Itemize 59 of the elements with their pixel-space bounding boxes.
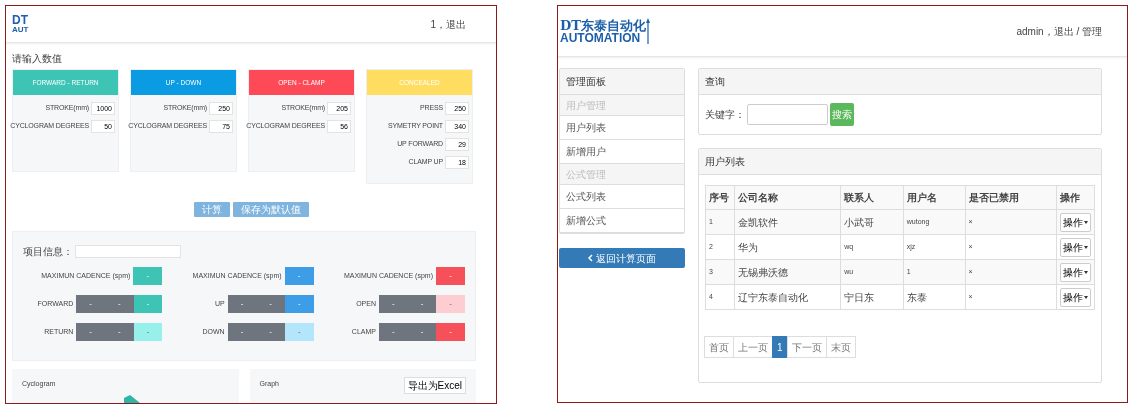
result-cell: - <box>379 323 408 341</box>
result-cell: - <box>436 323 465 341</box>
pagination-link[interactable]: 1 <box>772 336 788 358</box>
table-cell: 无锡弗沃德 <box>734 259 841 285</box>
result-cell: - <box>227 323 257 341</box>
keyword-label: 关键字： <box>705 108 745 122</box>
result-cell: - <box>105 323 134 341</box>
table-cell: 金凯软件 <box>734 209 841 235</box>
project-label: 项目信息： <box>23 245 73 259</box>
result-cell: - <box>133 323 163 341</box>
column-header: 用户名 <box>903 185 966 210</box>
column-header: 是否已禁用 <box>965 185 1057 210</box>
table-cell: 华为 <box>734 234 841 260</box>
column-header: 联系人 <box>840 185 904 210</box>
logo-text: AUT <box>12 26 29 34</box>
result-cell: - <box>285 295 314 313</box>
result-cell: - <box>105 295 134 313</box>
result-cell: - <box>256 323 285 341</box>
table-cell: 东泰 <box>903 284 966 310</box>
action-dropdown[interactable]: 操作 <box>1059 212 1091 232</box>
result-cell: - <box>407 323 437 341</box>
logo-text: DT <box>12 14 29 26</box>
logo-text: DT东泰自动化 <box>560 18 646 32</box>
sidebar-item[interactable]: 公式列表 <box>560 185 684 209</box>
action-dropdown[interactable]: 操作 <box>1059 237 1091 257</box>
back-button[interactable]: 返回计算页面 <box>559 248 685 268</box>
table-cell: 辽宁东泰自动化 <box>734 284 841 310</box>
sidebar-title: 管理面板 <box>560 69 684 95</box>
action-dropdown[interactable]: 操作 <box>1059 287 1091 307</box>
result-cell: - <box>285 323 314 341</box>
result-cell: - <box>227 295 257 313</box>
pagination-link[interactable]: 上一页 <box>733 336 773 358</box>
user-menu[interactable]: 1，退出 <box>430 16 466 32</box>
logo-text: AUTOMATION <box>560 31 641 44</box>
prompt-text: 请输入数值 <box>12 52 63 66</box>
result-cell: - <box>133 295 163 313</box>
export-button[interactable]: 导出为Excel <box>403 377 466 394</box>
cadence-value: - <box>436 267 465 285</box>
result-cell: - <box>256 295 285 313</box>
user-menu[interactable]: admin，退出 / 管理 <box>1016 23 1102 39</box>
panel-title: 用户列表 <box>699 149 1101 175</box>
pagination-link[interactable]: 首页 <box>704 336 734 358</box>
column-header: 公司名称 <box>734 185 841 210</box>
result-cell: - <box>436 295 465 313</box>
cadence-value: - <box>284 267 314 285</box>
result-cell: - <box>76 323 105 341</box>
panel-title: 查询 <box>699 69 1101 95</box>
result-cell: - <box>407 295 437 313</box>
sidebar-item[interactable]: 新增公式 <box>560 209 684 233</box>
result-cell: - <box>379 295 408 313</box>
sidebar-item[interactable]: 用户列表 <box>560 116 684 140</box>
column-header: 操作 <box>1056 185 1095 210</box>
pagination-link[interactable]: 末页 <box>825 336 856 358</box>
pagination-link[interactable]: 下一页 <box>786 336 827 358</box>
action-dropdown[interactable]: 操作 <box>1059 262 1091 282</box>
result-cell: - <box>76 295 105 313</box>
column-header: 序号 <box>705 185 735 210</box>
table-cell: 宁日东 <box>840 284 904 310</box>
cadence-value: - <box>133 267 163 285</box>
